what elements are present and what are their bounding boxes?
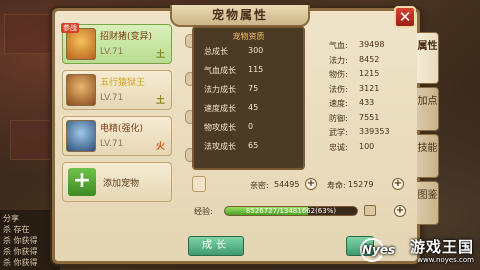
pet-element: 土	[155, 50, 165, 60]
add-lifespan-button[interactable]: +	[392, 178, 404, 190]
tab-add-points[interactable]: 加点	[417, 87, 439, 131]
lock-icon[interactable]	[364, 205, 376, 216]
close-button[interactable]: ✕	[394, 6, 416, 28]
stat-value: 1215	[359, 69, 380, 78]
stat-row: 法伤: 3121	[329, 84, 414, 99]
pet-name: 五行猿狱王	[100, 78, 146, 88]
pet-name: 招财猪(变异)	[100, 32, 153, 42]
exp-row: 经验: 8526727/13481662(63%) +	[194, 204, 412, 218]
chat-line: 杀 你获得	[3, 258, 38, 267]
pet-badge-icon	[192, 176, 206, 192]
growth-row: 总成长 300	[194, 42, 303, 61]
growth-row: 法攻成长 65	[194, 137, 303, 156]
pet-level: LV.71	[100, 93, 124, 103]
growth-row: 气血成长 115	[194, 61, 303, 80]
growth-row: 速度成长 45	[194, 99, 303, 118]
growth-row: 物攻成长 0	[194, 118, 303, 137]
growth-label: 法攻成长	[204, 142, 236, 151]
stat-row: 法力: 8452	[329, 55, 414, 70]
pet-element: 火	[155, 142, 165, 152]
intimacy-lifespan-row: 亲密: 54495 + 寿命: 15279 +	[192, 176, 412, 194]
stat-label: 武学:	[329, 128, 348, 137]
pet-element: 土	[155, 96, 165, 106]
growth-label: 总成长	[204, 47, 228, 56]
pet-list-item[interactable]: 电精(强化) LV.71 火	[62, 116, 172, 156]
stat-row: 忠诚: 100	[329, 142, 414, 157]
stat-row: 防御: 7551	[329, 113, 414, 128]
plus-icon: +	[68, 168, 96, 196]
stat-row: 武学: 339353	[329, 127, 414, 142]
stat-value: 339353	[359, 127, 390, 136]
chat-line: 分享	[3, 214, 19, 223]
pet-level: LV.71	[100, 139, 124, 149]
growth-label: 物攻成长	[204, 123, 236, 132]
exp-text: 8526727/13481662(63%)	[245, 207, 337, 215]
stat-row: 速度: 433	[329, 98, 414, 113]
pet-stats: 气血: 39498 法力: 8452 物伤: 1215 法伤: 3121 速度: 433 …	[329, 40, 414, 156]
pet-list-item[interactable]: 五行猿狱王 LV.71 土	[62, 70, 172, 110]
lifespan-value: 15279	[348, 180, 374, 189]
stat-label: 防御:	[329, 113, 348, 123]
watermark-url: www.noyes.com	[417, 256, 474, 264]
chat-line: 杀 存在	[3, 225, 30, 234]
stat-row: 气血: 39498	[329, 40, 414, 55]
chat-line: 杀 你获得	[3, 236, 38, 245]
stat-value: 39498	[359, 40, 385, 49]
add-intimacy-button[interactable]: +	[305, 178, 317, 190]
tab-attributes[interactable]: 属性	[417, 32, 439, 84]
stat-label: 气血:	[329, 41, 348, 50]
pet-list: 参战 招财猪(变异) LV.71 土 五行猿狱王 LV.71 土 电精(强化) …	[61, 23, 174, 202]
stat-row: 物伤: 1215	[329, 69, 414, 84]
growth-label: 气血成长	[204, 66, 236, 75]
lifespan-label: 寿命:	[327, 181, 346, 190]
growth-value: 300	[248, 46, 264, 55]
chat-line: 杀 你获得	[3, 247, 38, 256]
exp-bar: 8526727/13481662(63%)	[224, 206, 358, 216]
growth-header: 宠物资质	[232, 32, 265, 41]
chat-log[interactable]: 分享 杀 存在 杀 你获得 杀 你获得 杀 你获得	[0, 210, 60, 270]
add-pet-label: 添加宠物	[103, 179, 140, 189]
stat-value: 7551	[359, 112, 380, 122]
watermark-logo: Nyes	[360, 238, 395, 262]
tab-codex[interactable]: 图鉴	[417, 181, 439, 225]
pet-name: 电精(强化)	[100, 124, 144, 134]
watermark-title: 游戏王国	[409, 238, 474, 256]
growth-panel: 宠物资质 总成长 300 气血成长 115 法力成长 75 速度成长 45 物攻…	[192, 26, 305, 170]
stat-label: 法力:	[329, 55, 348, 65]
tab-skills[interactable]: 技能	[417, 134, 439, 178]
growth-row: 法力成长 75	[194, 80, 303, 99]
grow-button[interactable]: 成长	[188, 236, 244, 256]
stat-label: 速度:	[329, 99, 348, 108]
growth-value: 65	[248, 141, 259, 150]
stat-value: 3121	[359, 83, 380, 93]
growth-label: 速度成长	[204, 104, 236, 113]
watermark: Nyes 游戏王国 www.noyes.com	[360, 236, 478, 268]
growth-value: 0	[248, 122, 254, 131]
growth-value: 45	[248, 103, 259, 112]
stat-label: 物伤:	[329, 70, 348, 79]
pet-avatar	[66, 120, 96, 152]
pet-level: LV.71	[100, 47, 124, 57]
intimacy-value: 54495	[274, 180, 300, 189]
stat-value: 8452	[359, 54, 380, 64]
add-pet-button[interactable]: + 添加宠物	[62, 162, 172, 202]
dialog-title: 宠物属性	[170, 5, 310, 27]
pet-avatar	[66, 74, 96, 106]
side-tabs: 属性 加点 技能 图鉴	[417, 32, 439, 228]
add-exp-button[interactable]: +	[394, 205, 406, 217]
pet-list-item[interactable]: 参战 招财猪(变异) LV.71 土	[61, 23, 172, 64]
stat-value: 433	[359, 98, 375, 107]
growth-value: 115	[248, 65, 264, 74]
exp-label: 经验:	[194, 207, 213, 216]
growth-value: 75	[248, 84, 259, 93]
growth-label: 法力成长	[204, 85, 236, 94]
intimacy-label: 亲密:	[250, 181, 269, 190]
stat-value: 100	[359, 141, 375, 151]
battle-tag-badge: 参战	[61, 23, 79, 33]
stat-label: 忠诚:	[329, 142, 348, 152]
stat-label: 法伤:	[329, 84, 348, 94]
